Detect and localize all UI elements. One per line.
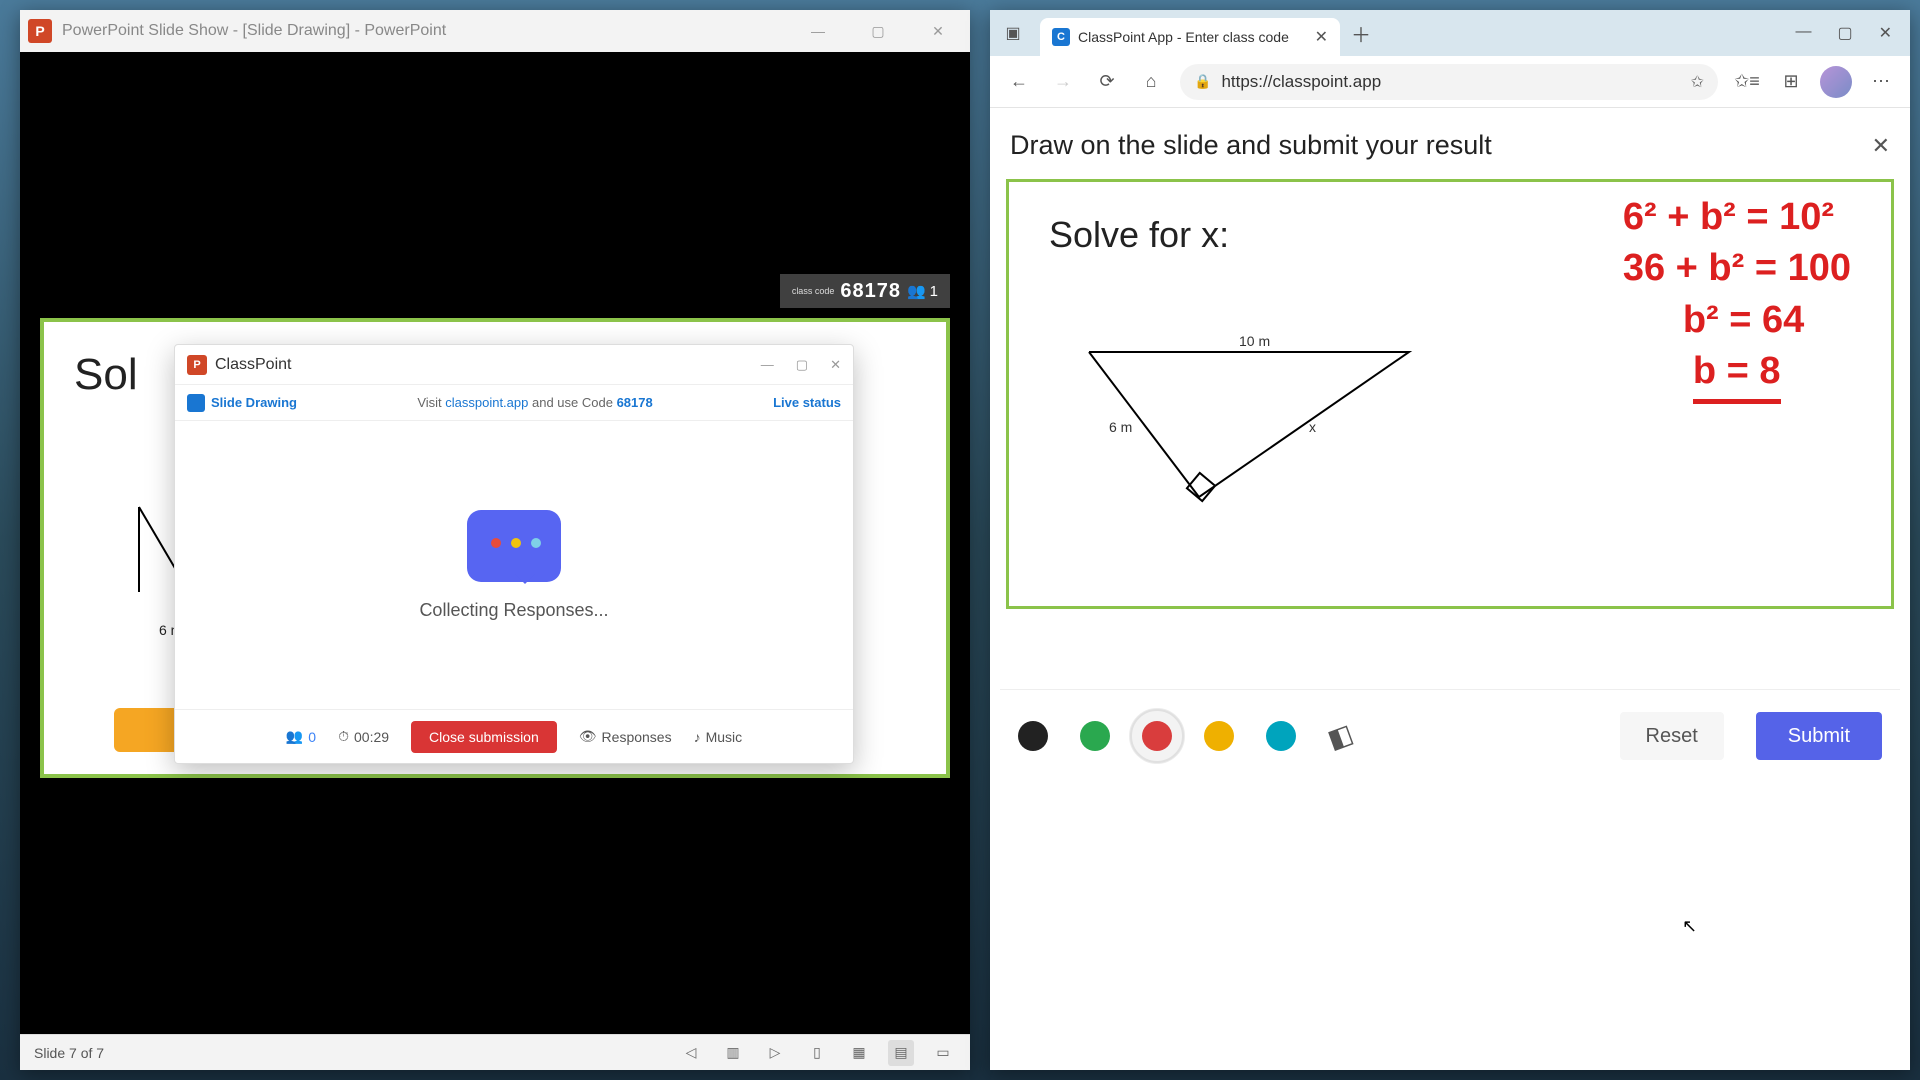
eraser-icon[interactable]: ◧ — [1323, 717, 1357, 755]
visit-instruction: Visit classpoint.app and use Code 68178 — [309, 395, 761, 410]
visit-domain-link[interactable]: classpoint.app — [445, 395, 528, 410]
people-icon: 👥 — [286, 728, 303, 745]
class-code-label: class code — [792, 287, 835, 296]
forward-icon[interactable]: ▷ — [762, 1040, 788, 1066]
tab-title: ClassPoint App - Enter class code — [1078, 29, 1307, 45]
close-button[interactable]: ✕ — [920, 17, 956, 45]
back-button[interactable]: ← — [1004, 67, 1034, 97]
pen-yellow[interactable] — [1204, 721, 1234, 751]
classpoint-titlebar: P ClassPoint — ▢ ✕ — [175, 345, 853, 385]
participant-count: 👥 1 — [907, 282, 938, 300]
submit-button[interactable]: Submit — [1756, 712, 1882, 760]
tab-close-icon[interactable]: ✕ — [1315, 27, 1328, 47]
slide-drawing-icon — [187, 394, 205, 412]
music-icon: ♪ — [694, 729, 701, 745]
tab-actions-icon[interactable]: ▣ — [998, 18, 1028, 48]
pen-teal[interactable] — [1266, 721, 1296, 751]
collecting-status: Collecting Responses... — [419, 600, 608, 621]
pen-red[interactable] — [1142, 721, 1172, 751]
close-submission-button[interactable]: Close submission — [411, 721, 557, 753]
slideshow-icon[interactable]: ▭ — [930, 1040, 956, 1066]
favorites-icon[interactable]: ✩≡ — [1732, 67, 1762, 97]
slide-title: Sol — [74, 350, 138, 400]
modal-close-button[interactable]: ✕ — [830, 357, 841, 373]
home-button[interactable]: ⌂ — [1136, 67, 1166, 97]
profile-avatar[interactable] — [1820, 66, 1852, 98]
add-favorite-icon[interactable]: ✩ — [1691, 72, 1704, 92]
powerpoint-titlebar: P PowerPoint Slide Show - [Slide Drawing… — [20, 10, 970, 52]
slide-drawing-chip[interactable]: Slide Drawing — [187, 394, 297, 412]
classpoint-brand: ClassPoint — [215, 356, 753, 374]
minimize-button[interactable]: — — [1795, 23, 1811, 43]
eye-icon: 👁 — [579, 728, 597, 745]
powerpoint-icon: P — [28, 19, 52, 43]
edge-window: ▣ C ClassPoint App - Enter class code ✕ … — [990, 10, 1910, 1070]
minimize-button[interactable]: — — [800, 17, 836, 45]
slide-counter: Slide 7 of 7 — [34, 1045, 104, 1061]
classpoint-footer: 👥 0 ⏱ 00:29 Close submission 👁 Responses — [175, 709, 853, 763]
slide-sorter-icon[interactable]: ▦ — [846, 1040, 872, 1066]
visit-code: 68178 — [617, 395, 653, 410]
work-line-4: b = 8 — [1623, 346, 1851, 404]
close-prompt-icon[interactable]: ✕ — [1872, 133, 1890, 159]
classpoint-modal: P ClassPoint — ▢ ✕ Slide Drawing — [174, 344, 854, 764]
new-tab-button[interactable]: ＋ — [1346, 18, 1376, 48]
student-handwriting: 6² + b² = 10² 36 + b² = 100 b² = 64 b = … — [1623, 192, 1851, 404]
refresh-button[interactable]: ⟳ — [1092, 67, 1122, 97]
url-text: https://classpoint.app — [1221, 72, 1680, 92]
classpoint-app-page: Draw on the slide and submit your result… — [990, 108, 1910, 1070]
edge-tabstrip: ▣ C ClassPoint App - Enter class code ✕ … — [990, 10, 1910, 56]
powerpoint-stage: class code 68178 👥 1 Sol 6 m — [20, 52, 970, 1034]
draw-prompt: Draw on the slide and submit your result — [1010, 130, 1492, 161]
edge-toolbar: ← → ⟳ ⌂ 🔒 https://classpoint.app ✩ ✩≡ ⊞ … — [990, 56, 1910, 108]
classpoint-logo-icon: P — [187, 355, 207, 375]
powerpoint-statusbar: Slide 7 of 7 ◁ ▥ ▷ ▯ ▦ ▤ ▭ — [20, 1034, 970, 1070]
class-code: 68178 — [840, 280, 901, 303]
people-icon: 👥 — [907, 282, 926, 300]
slide: Sol 6 m P ClassPoint — — [40, 318, 950, 778]
pen-black[interactable] — [1018, 721, 1048, 751]
more-menu-icon[interactable]: ⋯ — [1866, 67, 1896, 97]
lock-icon: 🔒 — [1194, 73, 1211, 90]
normal-view-icon[interactable]: ▤ — [888, 1040, 914, 1066]
powerpoint-window: P PowerPoint Slide Show - [Slide Drawing… — [20, 10, 970, 1070]
work-line-2: 36 + b² = 100 — [1623, 243, 1851, 294]
solve-label: Solve for x: — [1049, 214, 1229, 256]
modal-maximize-button[interactable]: ▢ — [796, 357, 808, 373]
reset-button[interactable]: Reset — [1620, 712, 1724, 760]
back-icon[interactable]: ◁ — [678, 1040, 704, 1066]
work-line-3: b² = 64 — [1623, 295, 1851, 346]
work-line-1: 6² + b² = 10² — [1623, 192, 1851, 243]
tab-favicon: C — [1052, 28, 1070, 46]
address-bar[interactable]: 🔒 https://classpoint.app ✩ — [1180, 64, 1718, 100]
hypotenuse-label: 10 m — [1239, 333, 1270, 349]
music-button[interactable]: ♪ Music — [694, 729, 743, 745]
class-code-overlay[interactable]: class code 68178 👥 1 — [780, 274, 950, 308]
drawing-toolbar: ◧ Reset Submit — [1000, 689, 1900, 782]
classpoint-subbar: Slide Drawing Visit classpoint.app and u… — [175, 385, 853, 421]
collections-icon[interactable]: ⊞ — [1776, 67, 1806, 97]
triangle-diagram: 10 m 6 m x — [1069, 332, 1429, 512]
participant-counter[interactable]: 👥 0 — [286, 728, 316, 745]
browser-tab[interactable]: C ClassPoint App - Enter class code ✕ — [1040, 18, 1340, 56]
close-button[interactable]: ✕ — [1879, 23, 1892, 43]
responses-button[interactable]: 👁 Responses — [579, 728, 672, 745]
reading-view-icon[interactable]: ▯ — [804, 1040, 830, 1066]
live-status-link[interactable]: Live status — [773, 395, 841, 410]
maximize-button[interactable]: ▢ — [860, 17, 896, 45]
powerpoint-title: PowerPoint Slide Show - [Slide Drawing] … — [62, 22, 790, 40]
drawing-canvas[interactable]: Solve for x: 10 m 6 m x 6² + b² = 10² 36… — [1006, 179, 1894, 609]
speech-bubble-icon — [467, 510, 561, 582]
maximize-button[interactable]: ▢ — [1837, 23, 1852, 43]
clock-icon: ⏱ — [338, 728, 349, 745]
side-x-label: x — [1309, 419, 1316, 435]
pen-green[interactable] — [1080, 721, 1110, 751]
side-a-label: 6 m — [1109, 419, 1132, 435]
classpoint-body: Collecting Responses... — [175, 421, 853, 709]
slide-drawing-label: Slide Drawing — [211, 395, 297, 410]
notes-icon[interactable]: ▥ — [720, 1040, 746, 1066]
forward-button[interactable]: → — [1048, 67, 1078, 97]
modal-minimize-button[interactable]: — — [761, 357, 774, 373]
timer: ⏱ 00:29 — [338, 728, 389, 745]
